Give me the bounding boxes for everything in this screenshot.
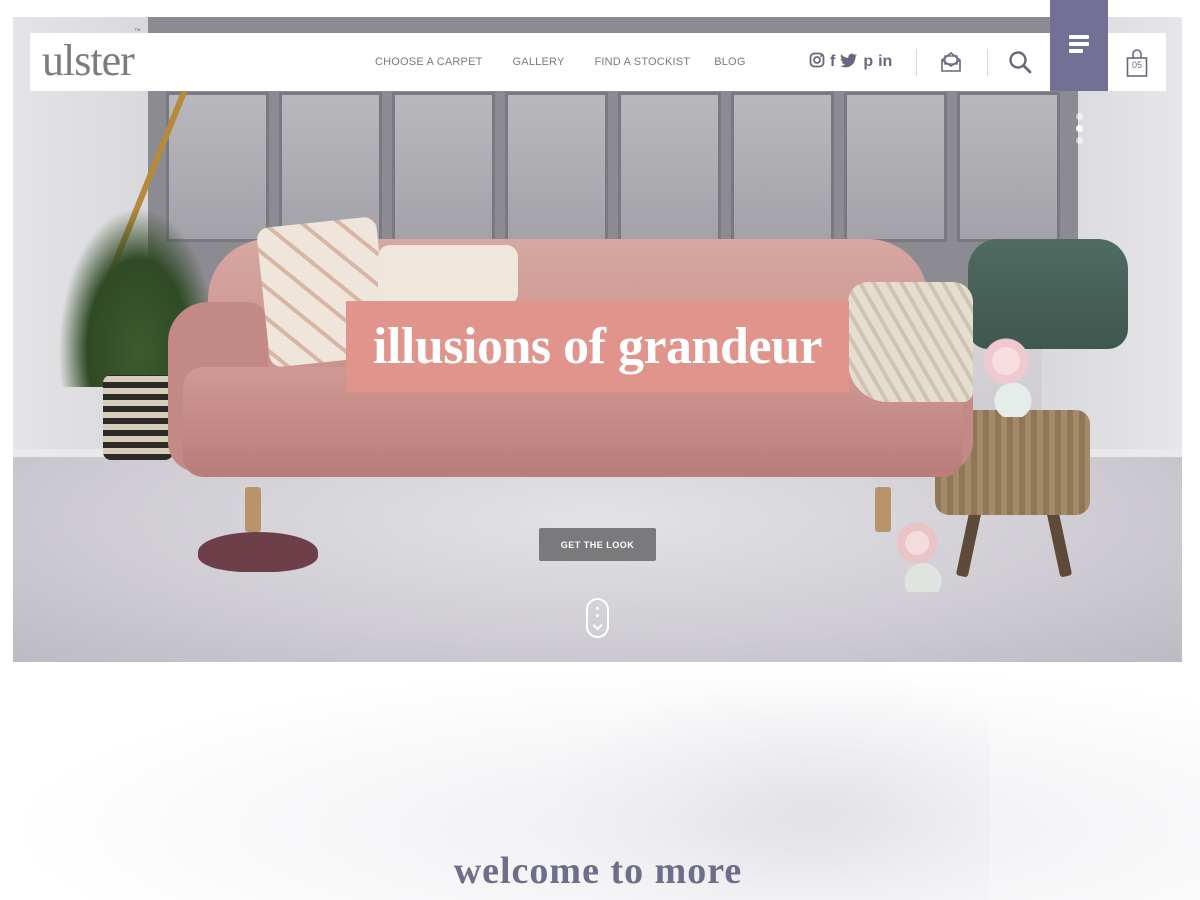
social-links: f p in <box>809 51 892 73</box>
envelope-icon[interactable] <box>936 33 966 91</box>
divider <box>916 49 917 76</box>
cart-button[interactable]: 05 <box>1126 48 1148 78</box>
instagram-icon[interactable] <box>809 52 825 72</box>
hero-flowers-floor <box>893 522 953 592</box>
hero-flowers-vase <box>978 337 1048 417</box>
slide-dot-active[interactable] <box>1076 125 1083 132</box>
nav-choose-a-carpet[interactable]: CHOOSE A CARPET <box>375 56 483 68</box>
hero-title: illusions of grandeur <box>373 317 822 375</box>
linkedin-icon[interactable]: in <box>878 54 892 70</box>
divider <box>987 49 988 76</box>
hamburger-menu-button[interactable] <box>1050 0 1108 91</box>
slide-pagination <box>1076 113 1084 149</box>
facebook-icon[interactable]: f <box>830 54 835 70</box>
nav-blog[interactable]: BLOG <box>714 56 745 68</box>
scroll-down-icon[interactable] <box>586 598 609 638</box>
hero-cushion <box>378 245 518 305</box>
pinterest-icon[interactable]: p <box>863 54 873 70</box>
twitter-icon[interactable] <box>840 53 858 72</box>
search-icon[interactable] <box>1005 33 1035 91</box>
welcome-title: welcome to more <box>453 850 743 892</box>
get-the-look-button[interactable]: GET THE LOOK <box>539 528 656 561</box>
hero-throw-blanket <box>848 282 973 402</box>
hamburger-menu-icon <box>1069 35 1089 56</box>
chevron-down-icon <box>592 620 603 631</box>
hero-slippers <box>198 532 318 572</box>
slide-dot[interactable] <box>1076 113 1083 120</box>
main-nav: CHOOSE A CARPET GALLERY FIND A STOCKIST … <box>375 33 776 91</box>
cart-count: 05 <box>1131 60 1142 70</box>
nav-gallery[interactable]: GALLERY <box>513 56 565 68</box>
ulster-logo[interactable]: ulster™ <box>42 28 141 83</box>
hero-banner: illusions of grandeur GET THE LOOK <box>13 17 1182 662</box>
hero-plant-basket <box>103 375 173 460</box>
site-header: ulster™ CHOOSE A CARPET GALLERY FIND A S… <box>30 28 1166 91</box>
hero-title-box: illusions of grandeur <box>346 301 849 392</box>
slide-dot[interactable] <box>1076 137 1083 144</box>
nav-find-a-stockist[interactable]: FIND A STOCKIST <box>594 56 690 68</box>
hero-chair <box>968 239 1128 349</box>
